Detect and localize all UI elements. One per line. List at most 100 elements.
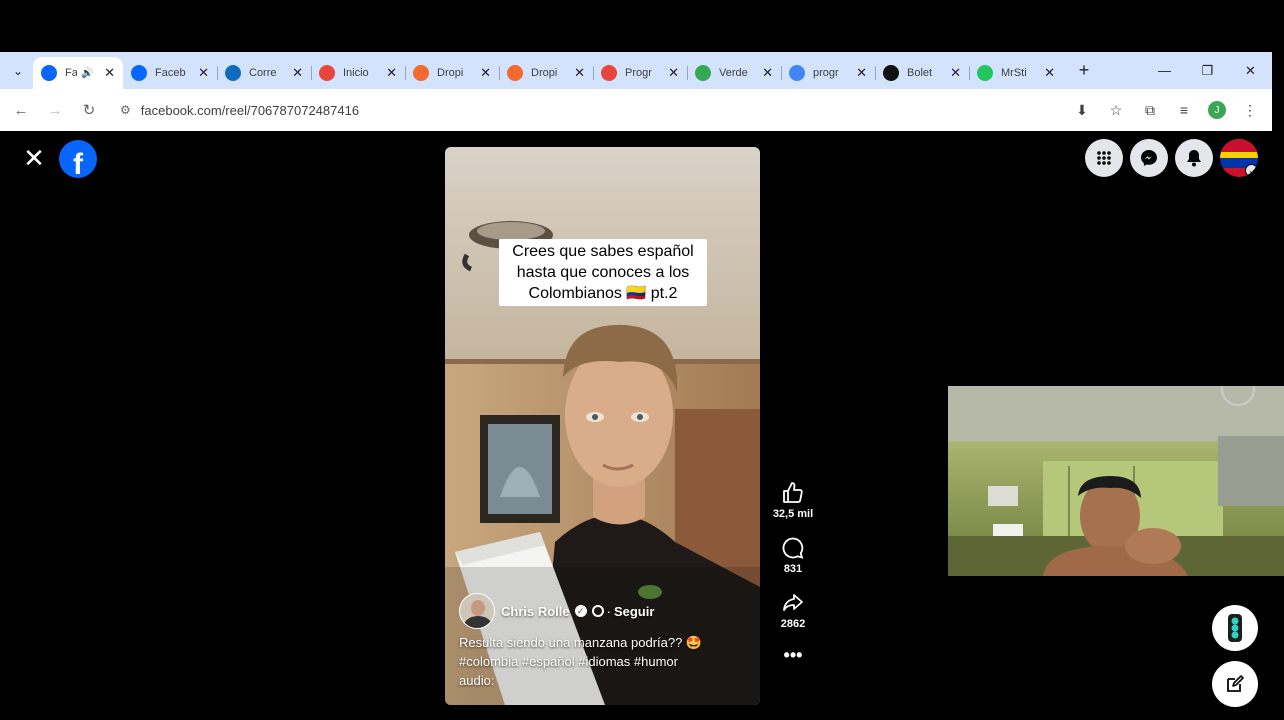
window-controls: — ❐ ✕: [1143, 52, 1272, 89]
follow-button[interactable]: Seguir: [614, 604, 654, 619]
reel-actions: 32,5 mil 831 2862 •••: [766, 480, 820, 666]
url-text: facebook.com/reel/706787072487416: [140, 102, 360, 118]
separator-dot: ·: [606, 603, 611, 619]
facebook-logo[interactable]: f: [59, 140, 97, 178]
reel-overlay-text: Crees que sabes español hasta que conoce…: [499, 239, 707, 306]
author-avatar[interactable]: [459, 593, 495, 629]
stories-shortcut-button[interactable]: [1212, 605, 1258, 651]
close-tab-icon[interactable]: ✕: [856, 65, 867, 81]
notifications-bell-icon[interactable]: [1175, 139, 1213, 177]
comment-action[interactable]: 831: [766, 535, 820, 575]
browser-tab[interactable]: Dropi ✕: [499, 57, 593, 89]
tab-title: Corre: [249, 67, 277, 79]
account-avatar[interactable]: ⌄: [1220, 139, 1258, 177]
new-message-button[interactable]: [1212, 661, 1258, 707]
browser-tab[interactable]: progr ✕: [781, 57, 875, 89]
address-bar[interactable]: ⚙ facebook.com/reel/706787072487416: [120, 94, 1120, 126]
install-app-icon[interactable]: ⬇: [1072, 102, 1092, 119]
tab-title: Inicio: [343, 67, 369, 79]
tab-title: progr: [813, 67, 839, 79]
extensions-icon[interactable]: ⧉: [1140, 102, 1160, 119]
author-name[interactable]: Chris Rolle: [501, 604, 570, 619]
profile-avatar[interactable]: J: [1208, 101, 1226, 119]
comment-icon[interactable]: [780, 535, 806, 561]
back-icon[interactable]: ←: [4, 102, 38, 119]
browser-tab[interactable]: Progr ✕: [593, 57, 687, 89]
thumbs-up-icon[interactable]: [780, 480, 806, 506]
close-window-icon[interactable]: ✕: [1229, 63, 1272, 79]
tab-title: Fa: [65, 67, 77, 79]
traffic-light-icon: [1228, 614, 1242, 642]
media-control-icon[interactable]: ≡: [1174, 102, 1194, 118]
tab-bar: ⌄ Fa 🔊 ✕ Faceb ✕ Corre ✕ Inicio ✕ Dropi ✕ Dropi ✕ Pro…: [0, 52, 1272, 89]
restore-icon[interactable]: ❐: [1186, 63, 1229, 79]
browser-tab[interactable]: Fa 🔊 ✕: [33, 57, 123, 89]
tab-title: Verde: [719, 67, 748, 79]
bookmark-star-icon[interactable]: ☆: [1106, 102, 1126, 119]
browser-tab[interactable]: Bolet ✕: [875, 57, 969, 89]
chevron-down-icon: ⌄: [1245, 164, 1258, 177]
menu-kebab-icon[interactable]: ⋮: [1240, 102, 1260, 119]
reload-icon[interactable]: ↻: [72, 101, 106, 119]
menu-grid-icon[interactable]: [1085, 139, 1123, 177]
facebook-icon: [41, 65, 57, 81]
k-icon: [977, 65, 993, 81]
webcam-overlay: [948, 386, 1284, 576]
progr-icon: [601, 65, 617, 81]
browser-tab[interactable]: Verde ✕: [687, 57, 781, 89]
close-tab-icon[interactable]: ✕: [386, 65, 397, 81]
close-tab-icon[interactable]: ✕: [668, 65, 679, 81]
t-icon: [883, 65, 899, 81]
minimize-icon[interactable]: —: [1143, 63, 1186, 78]
share-icon[interactable]: [780, 590, 806, 616]
browser-tab[interactable]: Corre ✕: [217, 57, 311, 89]
close-tab-icon[interactable]: ✕: [480, 65, 491, 81]
tab-search-dropdown-icon[interactable]: ⌄: [3, 56, 33, 86]
share-count: 2862: [780, 618, 806, 630]
like-count: 32,5 mil: [772, 508, 814, 520]
tab-list: Fa 🔊 ✕ Faceb ✕ Corre ✕ Inicio ✕ Dropi ✕ Dropi ✕ Progr…: [33, 52, 1063, 89]
browser-tab[interactable]: Dropi ✕: [405, 57, 499, 89]
browser-tab[interactable]: MrSti ✕: [969, 57, 1063, 89]
messenger-icon[interactable]: [1130, 139, 1168, 177]
close-tab-icon[interactable]: ✕: [292, 65, 303, 81]
maps-pin-icon: [695, 65, 711, 81]
google-icon: [789, 65, 805, 81]
browser-toolbar: ← → ↻ ⚙ facebook.com/reel/70678707248741…: [0, 89, 1272, 131]
more-options-icon[interactable]: •••: [766, 645, 820, 666]
caption-line-3: audio:: [459, 673, 495, 688]
close-tab-icon[interactable]: ✕: [762, 65, 773, 81]
close-tab-icon[interactable]: ✕: [1044, 65, 1055, 81]
app-icon: [319, 65, 335, 81]
reel-author: Chris Rolle ✓ · Seguir: [459, 593, 654, 629]
fb-top-actions: ⌄: [1085, 139, 1258, 177]
forward-icon[interactable]: →: [38, 102, 72, 119]
toolbar-actions: ⬇ ☆ ⧉ ≡ J ⋮: [1072, 89, 1260, 131]
close-tab-icon[interactable]: ✕: [950, 65, 961, 81]
outlook-icon: [225, 65, 241, 81]
tab-title: Dropi: [531, 67, 558, 79]
dropi-icon: [413, 65, 429, 81]
dropi-icon: [507, 65, 523, 81]
caption-hashtags[interactable]: #colombia #español #idiomas #humor: [459, 652, 749, 671]
close-tab-icon[interactable]: ✕: [104, 65, 115, 81]
tab-title: Dropi: [437, 67, 464, 79]
reel-video[interactable]: Crees que sabes español hasta que conoce…: [445, 147, 760, 705]
facebook-icon: [131, 65, 147, 81]
new-tab-button[interactable]: +: [1069, 60, 1099, 81]
close-tab-icon[interactable]: ✕: [574, 65, 585, 81]
tab-title: Progr: [625, 67, 652, 79]
webcam-feed: [948, 386, 1284, 576]
browser-tab[interactable]: Inicio ✕: [311, 57, 405, 89]
close-reel-icon[interactable]: ✕: [22, 145, 46, 171]
reel-caption: Resulta siendo una manzana podría?? 🤩 #c…: [459, 633, 749, 690]
screen: ⌄ Fa 🔊 ✕ Faceb ✕ Corre ✕ Inicio ✕ Dropi ✕ Dropi ✕ Pro…: [0, 0, 1284, 720]
speaker-icon[interactable]: 🔊: [81, 68, 93, 79]
site-settings-icon[interactable]: ⚙: [120, 103, 131, 117]
share-action[interactable]: 2862: [766, 590, 820, 630]
close-tab-icon[interactable]: ✕: [198, 65, 209, 81]
comment-count: 831: [783, 563, 803, 575]
browser-tab[interactable]: Faceb ✕: [123, 57, 217, 89]
like-action[interactable]: 32,5 mil: [766, 480, 820, 520]
caption-line-1: Resulta siendo una manzana podría?? 🤩: [459, 635, 703, 650]
